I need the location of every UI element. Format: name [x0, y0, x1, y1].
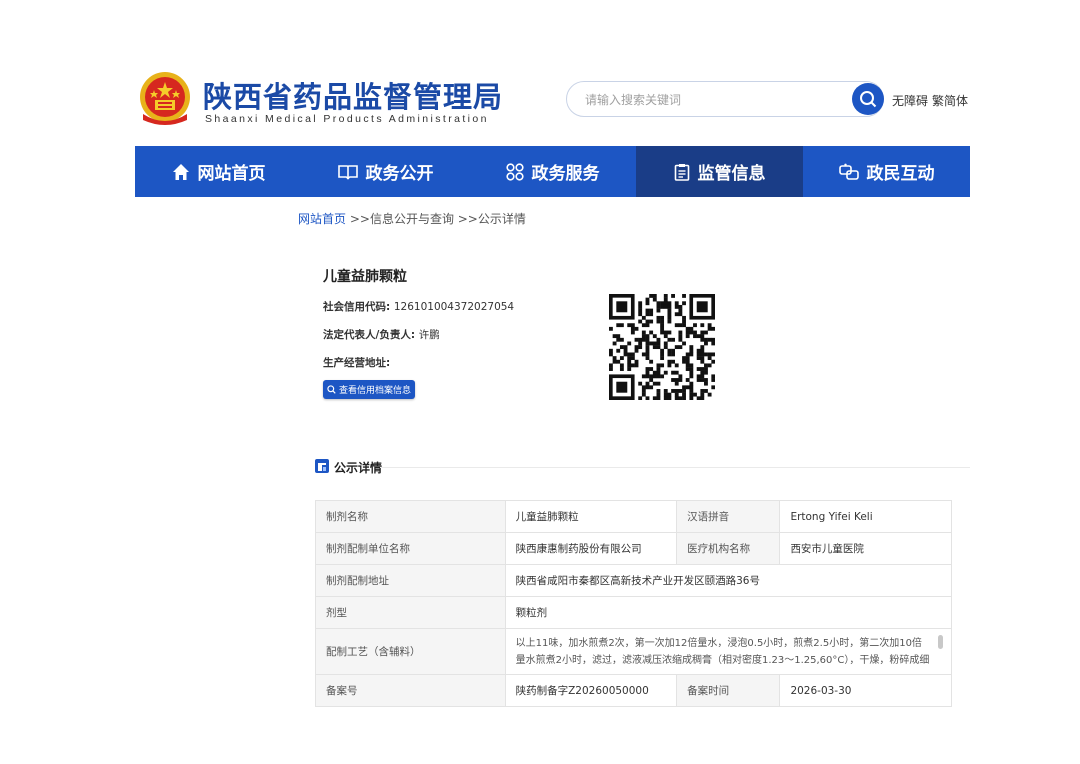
search-icon	[327, 385, 336, 394]
table-cell-value: 西安市儿童医院	[779, 532, 952, 565]
nav-item-public-interaction[interactable]: 政民互动	[803, 146, 970, 197]
view-credit-record-button[interactable]: 查看信用档案信息	[323, 380, 415, 399]
site-title: 陕西省药品监督管理局	[203, 80, 504, 114]
nav-item-label: 政务公开	[365, 164, 434, 184]
accessibility-link[interactable]: 无障碍	[892, 92, 928, 109]
table-row: 剂型 颗粒剂	[315, 596, 953, 629]
table-cell-label: 备案号	[315, 674, 506, 707]
clipboard-icon	[674, 163, 690, 181]
interact-icon	[838, 163, 859, 181]
table-cell-label: 汉语拼音	[676, 500, 781, 533]
address-label: 生产经营地址:	[323, 357, 391, 369]
table-cell-label: 医疗机构名称	[676, 532, 781, 565]
table-cell-value: 2026-03-30	[779, 674, 952, 707]
breadcrumb-path: >>信息公开与查询 >>公示详情	[346, 212, 526, 226]
credit-code-label: 社会信用代码:	[323, 301, 394, 313]
table-cell-value: 陕西省咸阳市秦都区高新技术产业开发区颐酒路36号	[504, 564, 953, 597]
process-text: 以上11味，加水煎煮2次，第一次加12倍量水，浸泡0.5小时，煎煮2.5小时，第…	[515, 637, 930, 666]
nav-item-home[interactable]: 网站首页	[135, 146, 302, 197]
section-icon	[315, 459, 329, 473]
table-cell-label: 剂型	[315, 596, 506, 629]
address-row: 生产经营地址:	[323, 355, 390, 370]
table-cell-label: 备案时间	[676, 674, 781, 707]
legal-rep-row: 法定代表人/负责人: 许鹏	[323, 327, 440, 342]
item-title: 儿童益肺颗粒	[323, 269, 407, 285]
traditional-simplified-link[interactable]: 繁简体	[932, 92, 968, 109]
main-nav: 网站首页 政务公开 政务服务 监管信息 政民互动	[135, 146, 970, 197]
table-cell-value: 儿童益肺颗粒	[504, 500, 678, 533]
table-cell-label: 制剂名称	[315, 500, 506, 533]
breadcrumb-home-link[interactable]: 网站首页	[298, 212, 346, 226]
section-title: 公示详情	[334, 461, 383, 475]
detail-table: 制剂名称 儿童益肺颗粒 汉语拼音 Ertong Yifei Keli 制剂配制单…	[315, 500, 953, 707]
table-cell-label: 制剂配制单位名称	[315, 532, 506, 565]
nav-item-label: 网站首页	[197, 164, 266, 184]
book-icon	[337, 163, 358, 181]
qr-code	[609, 294, 716, 401]
table-row: 制剂配制地址 陕西省咸阳市秦都区高新技术产业开发区颐酒路36号	[315, 564, 953, 597]
national-emblem-logo	[137, 70, 193, 128]
search-input[interactable]	[585, 90, 835, 110]
table-cell-value: Ertong Yifei Keli	[779, 500, 952, 533]
nav-item-label: 政民互动	[866, 164, 935, 184]
nav-item-label: 监管信息	[697, 164, 766, 184]
table-row: 配制工艺（含辅料） 以上11味，加水煎煮2次，第一次加12倍量水，浸泡0.5小时…	[315, 628, 953, 675]
search-box	[566, 81, 884, 117]
legal-rep-label: 法定代表人/负责人:	[323, 329, 419, 341]
legal-rep-value: 许鹏	[418, 329, 440, 341]
table-cell-label: 配制工艺（含辅料）	[315, 628, 506, 675]
nav-item-government-services[interactable]: 政务服务	[469, 146, 636, 197]
nav-item-supervision-info[interactable]: 监管信息	[636, 146, 803, 197]
search-button[interactable]	[852, 83, 884, 115]
table-cell-value: 陕西康惠制药股份有限公司	[504, 532, 678, 565]
process-cell[interactable]: 以上11味，加水煎煮2次，第一次加12倍量水，浸泡0.5小时，煎煮2.5小时，第…	[504, 628, 953, 675]
nav-item-label: 政务服务	[531, 164, 600, 184]
table-row: 制剂名称 儿童益肺颗粒 汉语拼音 Ertong Yifei Keli	[315, 500, 952, 533]
table-row: 制剂配制单位名称 陕西康惠制药股份有限公司 医疗机构名称 西安市儿童医院	[315, 532, 952, 565]
section-divider	[380, 467, 970, 468]
search-icon	[860, 91, 877, 108]
scrollbar-thumb[interactable]	[938, 635, 943, 649]
site-subtitle: Shaanxi Medical Products Administration	[205, 113, 489, 125]
credit-code-value: 126101004372027054	[393, 301, 515, 313]
nav-item-government-affairs[interactable]: 政务公开	[302, 146, 469, 197]
view-credit-record-label: 查看信用档案信息	[338, 386, 411, 396]
table-cell-label: 制剂配制地址	[315, 564, 506, 597]
table-cell-value: 颗粒剂	[504, 596, 953, 629]
table-cell-value: 陕药制备字Z20260050000	[504, 674, 678, 707]
table-row: 备案号 陕药制备字Z20260050000 备案时间 2026-03-30	[315, 674, 952, 707]
section-header: 公示详情	[315, 458, 970, 478]
home-icon	[172, 163, 190, 181]
grid-icon	[505, 162, 524, 181]
breadcrumb: 网站首页 >>信息公开与查询 >>公示详情	[298, 210, 526, 227]
credit-code-row: 社会信用代码: 126101004372027054	[323, 299, 514, 314]
